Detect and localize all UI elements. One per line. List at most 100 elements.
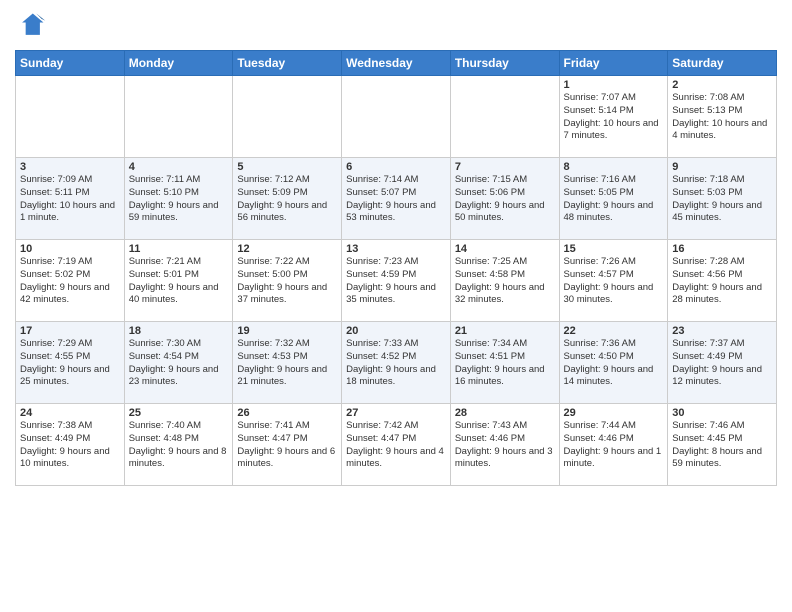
weekday-header-wednesday: Wednesday: [342, 51, 451, 76]
day-number: 4: [129, 161, 229, 173]
day-info: Sunrise: 7:30 AM Sunset: 4:54 PM Dayligh…: [129, 338, 229, 389]
calendar-cell: 7Sunrise: 7:15 AM Sunset: 5:06 PM Daylig…: [450, 158, 559, 240]
day-number: 26: [237, 407, 337, 419]
day-number: 2: [672, 79, 772, 91]
calendar-cell: 30Sunrise: 7:46 AM Sunset: 4:45 PM Dayli…: [668, 404, 777, 486]
weekday-row: SundayMondayTuesdayWednesdayThursdayFrid…: [16, 51, 777, 76]
calendar-cell: 25Sunrise: 7:40 AM Sunset: 4:48 PM Dayli…: [124, 404, 233, 486]
calendar-cell: 9Sunrise: 7:18 AM Sunset: 5:03 PM Daylig…: [668, 158, 777, 240]
calendar-cell: 12Sunrise: 7:22 AM Sunset: 5:00 PM Dayli…: [233, 240, 342, 322]
calendar-cell: 18Sunrise: 7:30 AM Sunset: 4:54 PM Dayli…: [124, 322, 233, 404]
day-info: Sunrise: 7:09 AM Sunset: 5:11 PM Dayligh…: [20, 174, 120, 225]
week-row-1: 1Sunrise: 7:07 AM Sunset: 5:14 PM Daylig…: [16, 76, 777, 158]
calendar-cell: 17Sunrise: 7:29 AM Sunset: 4:55 PM Dayli…: [16, 322, 125, 404]
day-number: 24: [20, 407, 120, 419]
calendar-cell: 22Sunrise: 7:36 AM Sunset: 4:50 PM Dayli…: [559, 322, 668, 404]
calendar-cell: 14Sunrise: 7:25 AM Sunset: 4:58 PM Dayli…: [450, 240, 559, 322]
day-number: 13: [346, 243, 446, 255]
day-info: Sunrise: 7:37 AM Sunset: 4:49 PM Dayligh…: [672, 338, 772, 389]
day-info: Sunrise: 7:15 AM Sunset: 5:06 PM Dayligh…: [455, 174, 555, 225]
calendar-cell: 15Sunrise: 7:26 AM Sunset: 4:57 PM Dayli…: [559, 240, 668, 322]
day-number: 25: [129, 407, 229, 419]
calendar-cell: 28Sunrise: 7:43 AM Sunset: 4:46 PM Dayli…: [450, 404, 559, 486]
day-number: 21: [455, 325, 555, 337]
day-number: 16: [672, 243, 772, 255]
calendar-table: SundayMondayTuesdayWednesdayThursdayFrid…: [15, 50, 777, 486]
day-info: Sunrise: 7:29 AM Sunset: 4:55 PM Dayligh…: [20, 338, 120, 389]
calendar-cell: [342, 76, 451, 158]
logo: [15, 10, 49, 42]
calendar-cell: 21Sunrise: 7:34 AM Sunset: 4:51 PM Dayli…: [450, 322, 559, 404]
calendar-cell: 26Sunrise: 7:41 AM Sunset: 4:47 PM Dayli…: [233, 404, 342, 486]
calendar-header: SundayMondayTuesdayWednesdayThursdayFrid…: [16, 51, 777, 76]
weekday-header-monday: Monday: [124, 51, 233, 76]
day-number: 8: [564, 161, 664, 173]
day-number: 29: [564, 407, 664, 419]
day-number: 14: [455, 243, 555, 255]
day-info: Sunrise: 7:22 AM Sunset: 5:00 PM Dayligh…: [237, 256, 337, 307]
day-info: Sunrise: 7:34 AM Sunset: 4:51 PM Dayligh…: [455, 338, 555, 389]
day-info: Sunrise: 7:21 AM Sunset: 5:01 PM Dayligh…: [129, 256, 229, 307]
weekday-header-friday: Friday: [559, 51, 668, 76]
day-number: 10: [20, 243, 120, 255]
day-number: 20: [346, 325, 446, 337]
calendar-cell: [450, 76, 559, 158]
calendar-cell: 10Sunrise: 7:19 AM Sunset: 5:02 PM Dayli…: [16, 240, 125, 322]
calendar-cell: 19Sunrise: 7:32 AM Sunset: 4:53 PM Dayli…: [233, 322, 342, 404]
day-info: Sunrise: 7:16 AM Sunset: 5:05 PM Dayligh…: [564, 174, 664, 225]
calendar-cell: 4Sunrise: 7:11 AM Sunset: 5:10 PM Daylig…: [124, 158, 233, 240]
day-info: Sunrise: 7:33 AM Sunset: 4:52 PM Dayligh…: [346, 338, 446, 389]
day-info: Sunrise: 7:38 AM Sunset: 4:49 PM Dayligh…: [20, 420, 120, 471]
day-info: Sunrise: 7:41 AM Sunset: 4:47 PM Dayligh…: [237, 420, 337, 471]
day-number: 1: [564, 79, 664, 91]
day-number: 22: [564, 325, 664, 337]
week-row-2: 3Sunrise: 7:09 AM Sunset: 5:11 PM Daylig…: [16, 158, 777, 240]
day-info: Sunrise: 7:44 AM Sunset: 4:46 PM Dayligh…: [564, 420, 664, 471]
day-number: 15: [564, 243, 664, 255]
day-number: 23: [672, 325, 772, 337]
week-row-4: 17Sunrise: 7:29 AM Sunset: 4:55 PM Dayli…: [16, 322, 777, 404]
day-info: Sunrise: 7:14 AM Sunset: 5:07 PM Dayligh…: [346, 174, 446, 225]
day-number: 19: [237, 325, 337, 337]
day-info: Sunrise: 7:25 AM Sunset: 4:58 PM Dayligh…: [455, 256, 555, 307]
page: SundayMondayTuesdayWednesdayThursdayFrid…: [0, 0, 792, 612]
day-number: 6: [346, 161, 446, 173]
day-info: Sunrise: 7:46 AM Sunset: 4:45 PM Dayligh…: [672, 420, 772, 471]
calendar-cell: 1Sunrise: 7:07 AM Sunset: 5:14 PM Daylig…: [559, 76, 668, 158]
day-info: Sunrise: 7:26 AM Sunset: 4:57 PM Dayligh…: [564, 256, 664, 307]
calendar-cell: 11Sunrise: 7:21 AM Sunset: 5:01 PM Dayli…: [124, 240, 233, 322]
day-info: Sunrise: 7:12 AM Sunset: 5:09 PM Dayligh…: [237, 174, 337, 225]
calendar-cell: 3Sunrise: 7:09 AM Sunset: 5:11 PM Daylig…: [16, 158, 125, 240]
calendar-cell: 16Sunrise: 7:28 AM Sunset: 4:56 PM Dayli…: [668, 240, 777, 322]
week-row-3: 10Sunrise: 7:19 AM Sunset: 5:02 PM Dayli…: [16, 240, 777, 322]
calendar-cell: 23Sunrise: 7:37 AM Sunset: 4:49 PM Dayli…: [668, 322, 777, 404]
day-info: Sunrise: 7:32 AM Sunset: 4:53 PM Dayligh…: [237, 338, 337, 389]
day-info: Sunrise: 7:07 AM Sunset: 5:14 PM Dayligh…: [564, 92, 664, 143]
day-number: 7: [455, 161, 555, 173]
day-number: 5: [237, 161, 337, 173]
day-info: Sunrise: 7:43 AM Sunset: 4:46 PM Dayligh…: [455, 420, 555, 471]
day-info: Sunrise: 7:36 AM Sunset: 4:50 PM Dayligh…: [564, 338, 664, 389]
day-info: Sunrise: 7:11 AM Sunset: 5:10 PM Dayligh…: [129, 174, 229, 225]
day-number: 11: [129, 243, 229, 255]
day-number: 9: [672, 161, 772, 173]
weekday-header-thursday: Thursday: [450, 51, 559, 76]
weekday-header-sunday: Sunday: [16, 51, 125, 76]
weekday-header-tuesday: Tuesday: [233, 51, 342, 76]
day-info: Sunrise: 7:19 AM Sunset: 5:02 PM Dayligh…: [20, 256, 120, 307]
day-info: Sunrise: 7:40 AM Sunset: 4:48 PM Dayligh…: [129, 420, 229, 471]
day-info: Sunrise: 7:08 AM Sunset: 5:13 PM Dayligh…: [672, 92, 772, 143]
day-number: 12: [237, 243, 337, 255]
day-number: 3: [20, 161, 120, 173]
day-info: Sunrise: 7:18 AM Sunset: 5:03 PM Dayligh…: [672, 174, 772, 225]
calendar-cell: 24Sunrise: 7:38 AM Sunset: 4:49 PM Dayli…: [16, 404, 125, 486]
calendar-cell: 8Sunrise: 7:16 AM Sunset: 5:05 PM Daylig…: [559, 158, 668, 240]
calendar-cell: 27Sunrise: 7:42 AM Sunset: 4:47 PM Dayli…: [342, 404, 451, 486]
logo-icon: [15, 10, 47, 42]
calendar-cell: [124, 76, 233, 158]
calendar-cell: 6Sunrise: 7:14 AM Sunset: 5:07 PM Daylig…: [342, 158, 451, 240]
day-info: Sunrise: 7:42 AM Sunset: 4:47 PM Dayligh…: [346, 420, 446, 471]
calendar-cell: [233, 76, 342, 158]
day-number: 28: [455, 407, 555, 419]
calendar-cell: 13Sunrise: 7:23 AM Sunset: 4:59 PM Dayli…: [342, 240, 451, 322]
